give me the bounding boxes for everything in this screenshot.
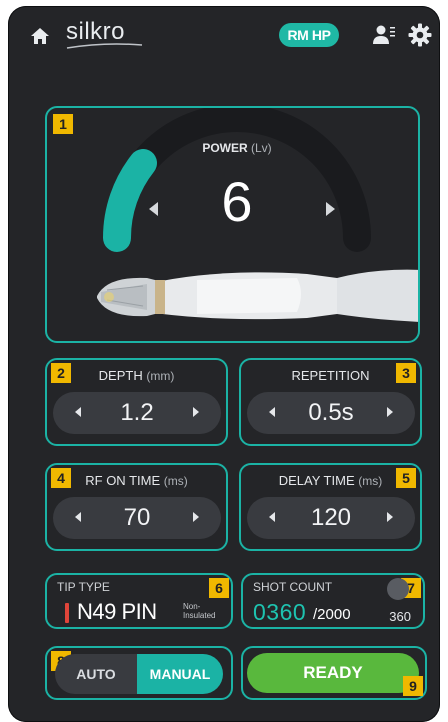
depth-increase-button[interactable] — [193, 407, 199, 417]
delay-time-panel: 5 DELAY TIME (ms) 120 — [239, 463, 422, 551]
auto-mode-button[interactable]: AUTO — [55, 654, 137, 694]
repetition-stepper: 0.5s — [247, 392, 415, 434]
device-screen: silkro RM HP 1 POWER (Lv) 6 2 DEPTH (mm)… — [8, 6, 440, 722]
depth-value: 1.2 — [120, 399, 154, 426]
power-decrease-button[interactable] — [149, 202, 158, 216]
mode-panel: 8 AUTO MANUAL — [45, 646, 233, 700]
repetition-label-text: REPETITION — [291, 368, 370, 383]
tip-color-indicator — [65, 603, 69, 623]
panel-number-badge: 6 — [209, 578, 229, 598]
shot-count-panel: 7 SHOT COUNT 0360 /2000 360 — [241, 573, 425, 629]
manual-mode-button[interactable]: MANUAL — [137, 654, 223, 694]
power-unit: (Lv) — [251, 141, 272, 155]
tip-subtitle-line1: Non- — [183, 602, 201, 611]
rf-on-time-label: RF ON TIME (ms) — [47, 473, 226, 488]
rf-on-time-unit: (ms) — [163, 474, 188, 488]
shot-count-value: 0360 — [253, 599, 307, 625]
depth-stepper: 1.2 — [53, 392, 221, 434]
shot-count-max: /2000 — [313, 606, 351, 623]
tip-name: N49 PIN — [77, 599, 157, 624]
delay-time-value: 120 — [310, 504, 352, 531]
tip-subtitle-line2: Insulated — [183, 611, 216, 620]
handpiece-device-image — [97, 269, 418, 322]
silkro-logo: silkro — [64, 18, 146, 52]
delay-time-increase-button[interactable] — [387, 512, 393, 522]
delay-time-decrease-button[interactable] — [269, 512, 275, 522]
rf-on-time-value: 70 — [123, 504, 151, 531]
depth-label-text: DEPTH — [98, 368, 143, 383]
tip-subtitle: Non- Insulated — [183, 602, 229, 620]
ready-button[interactable]: READY — [247, 653, 419, 693]
shot-count-title: SHOT COUNT — [253, 580, 333, 594]
tip-type-panel[interactable]: 6 TIP TYPE N49 PIN Non- Insulated — [45, 573, 233, 629]
repetition-decrease-button[interactable] — [269, 407, 275, 417]
user-menu-icon[interactable] — [372, 24, 396, 46]
ready-panel: READY 9 — [241, 646, 427, 700]
power-label-text: POWER — [202, 141, 248, 155]
mode-badge[interactable]: RM HP — [279, 23, 339, 47]
depth-panel: 2 DEPTH (mm) 1.2 — [45, 358, 228, 446]
tip-type-title: TIP TYPE — [57, 580, 110, 594]
top-bar: silkro RM HP — [8, 6, 440, 62]
delay-time-stepper: 120 — [247, 497, 415, 539]
depth-label: DEPTH (mm) — [47, 368, 226, 383]
power-panel: 1 POWER (Lv) 6 — [45, 106, 420, 343]
delay-time-label-text: DELAY TIME — [278, 473, 355, 488]
rf-on-time-decrease-button[interactable] — [75, 512, 81, 522]
delay-time-unit: (ms) — [358, 474, 383, 488]
power-label: POWER (Lv) — [197, 141, 277, 155]
panel-number-badge: 9 — [403, 676, 423, 696]
repetition-increase-button[interactable] — [387, 407, 393, 417]
rf-on-time-stepper: 70 — [53, 497, 221, 539]
power-value: 6 — [221, 170, 253, 233]
repetition-panel: 3 REPETITION 0.5s — [239, 358, 422, 446]
delay-time-label: DELAY TIME (ms) — [241, 473, 420, 488]
depth-decrease-button[interactable] — [75, 407, 81, 417]
power-increase-button[interactable] — [326, 202, 335, 216]
rf-on-time-label-text: RF ON TIME — [85, 473, 161, 488]
gear-icon[interactable] — [408, 23, 432, 47]
repetition-label: REPETITION — [241, 368, 420, 383]
repetition-value: 0.5s — [308, 399, 354, 426]
rf-on-time-increase-button[interactable] — [193, 512, 199, 522]
home-icon[interactable] — [30, 26, 50, 46]
rf-on-time-panel: 4 RF ON TIME (ms) 70 — [45, 463, 228, 551]
shot-count-remaining: 360 — [389, 609, 411, 624]
depth-unit: (mm) — [146, 369, 175, 383]
bell-icon[interactable] — [387, 578, 409, 600]
